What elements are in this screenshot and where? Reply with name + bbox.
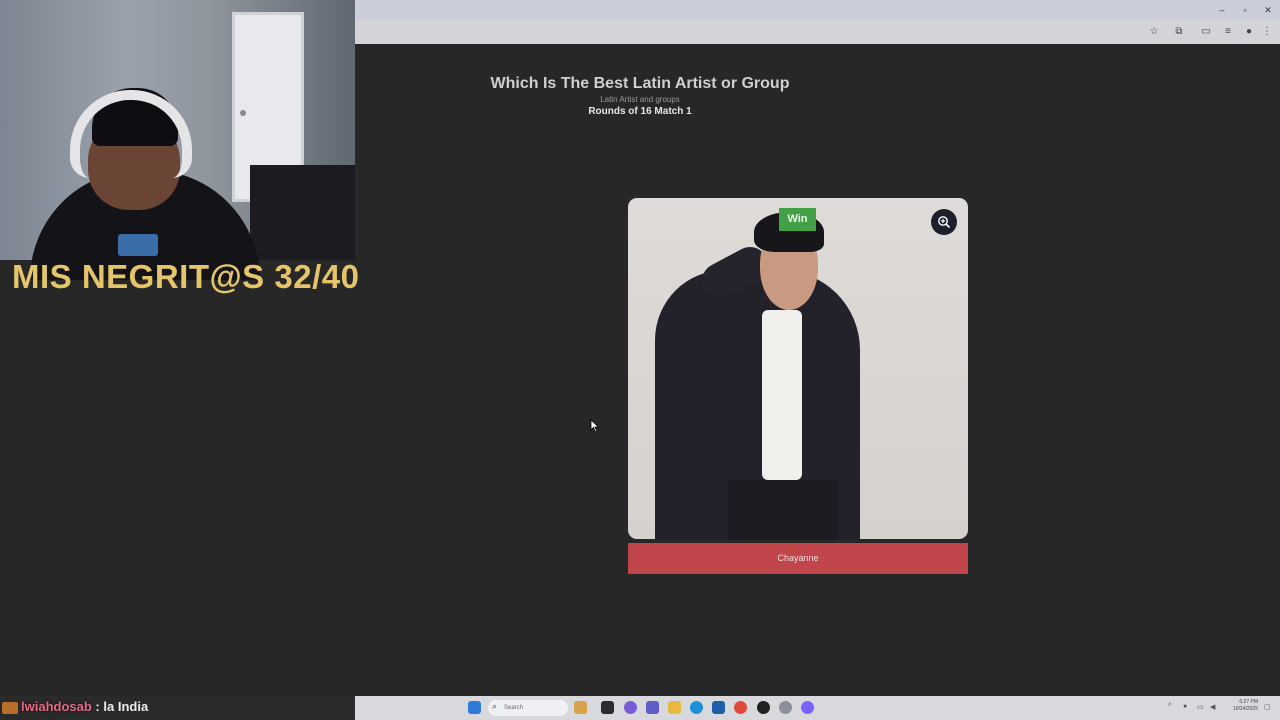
terminal-app-icon[interactable]: [601, 701, 614, 714]
round-indicator: Rounds of 16 Match 1: [588, 106, 692, 117]
network-icon[interactable]: ▭: [1197, 703, 1204, 711]
copilot-app-icon[interactable]: [624, 701, 637, 714]
webcam-bed: [250, 165, 355, 260]
mouse-cursor-icon: [590, 419, 600, 438]
minimize-icon[interactable]: –: [1215, 3, 1229, 17]
downloads-icon[interactable]: ≡: [1221, 25, 1235, 39]
page-title: Which Is The Best Latin Artist or Group: [490, 75, 790, 92]
file-explorer-icon[interactable]: [668, 701, 681, 714]
teams-app-icon[interactable]: [646, 701, 659, 714]
paint-app-icon[interactable]: [574, 701, 587, 714]
webcam-door-knob: [240, 110, 246, 116]
clock-date: 10/24/2025: [1232, 706, 1258, 712]
settings-gear-icon[interactable]: [779, 701, 792, 714]
browser-titlebar: [355, 0, 1280, 20]
webcam-shirt-print: [118, 234, 158, 256]
stream-caption: MIS NEGRIT@S 32/40: [12, 258, 360, 295]
clock-time: 6:27 PM: [1239, 699, 1258, 705]
contestant-name-button[interactable]: Chayanne: [628, 543, 968, 574]
contestant-photo-legs: [728, 480, 838, 540]
zoom-in-icon: [938, 216, 951, 229]
chat-separator: :: [95, 699, 100, 714]
taskbar-clock[interactable]: 6:27 PM 10/24/2025: [1226, 699, 1258, 713]
search-icon: ⌕: [492, 701, 498, 711]
bookmark-star-icon[interactable]: ☆: [1147, 25, 1161, 39]
volume-icon[interactable]: ◀: [1210, 703, 1215, 711]
profile-avatar-icon[interactable]: ●: [1242, 25, 1256, 39]
microphone-icon[interactable]: ●: [1183, 703, 1187, 710]
maximize-icon[interactable]: ▫: [1238, 3, 1252, 17]
menu-kebab-icon[interactable]: ⋮: [1260, 25, 1274, 39]
store-app-icon[interactable]: [712, 701, 725, 714]
extensions-icon[interactable]: ⧉: [1172, 25, 1186, 39]
notifications-icon[interactable]: ▢: [1264, 703, 1271, 711]
close-icon[interactable]: ✕: [1261, 3, 1275, 17]
taskbar-search-input[interactable]: Search: [488, 700, 568, 716]
chat-text: la India: [103, 699, 149, 714]
obs-app-icon[interactable]: [757, 701, 770, 714]
side-panel-icon[interactable]: ▭: [1199, 25, 1213, 39]
chat-username: lwiahdosab: [21, 699, 92, 714]
chrome-browser-icon[interactable]: [734, 701, 747, 714]
page-subtitle: Latin Artist and groups: [600, 95, 680, 104]
chat-badge-icon: [2, 701, 18, 714]
browser-toolbar: [355, 20, 1280, 44]
start-button-icon[interactable]: [468, 701, 481, 714]
tray-chevron-icon[interactable]: ^: [1168, 703, 1171, 710]
win-badge[interactable]: Win: [779, 208, 816, 231]
contestant-photo-shirt: [762, 310, 802, 480]
chat-message: lwiahdosab : la India: [2, 699, 148, 714]
discord-app-icon[interactable]: [801, 701, 814, 714]
edge-browser-icon[interactable]: [690, 701, 703, 714]
zoom-button[interactable]: [931, 209, 957, 235]
